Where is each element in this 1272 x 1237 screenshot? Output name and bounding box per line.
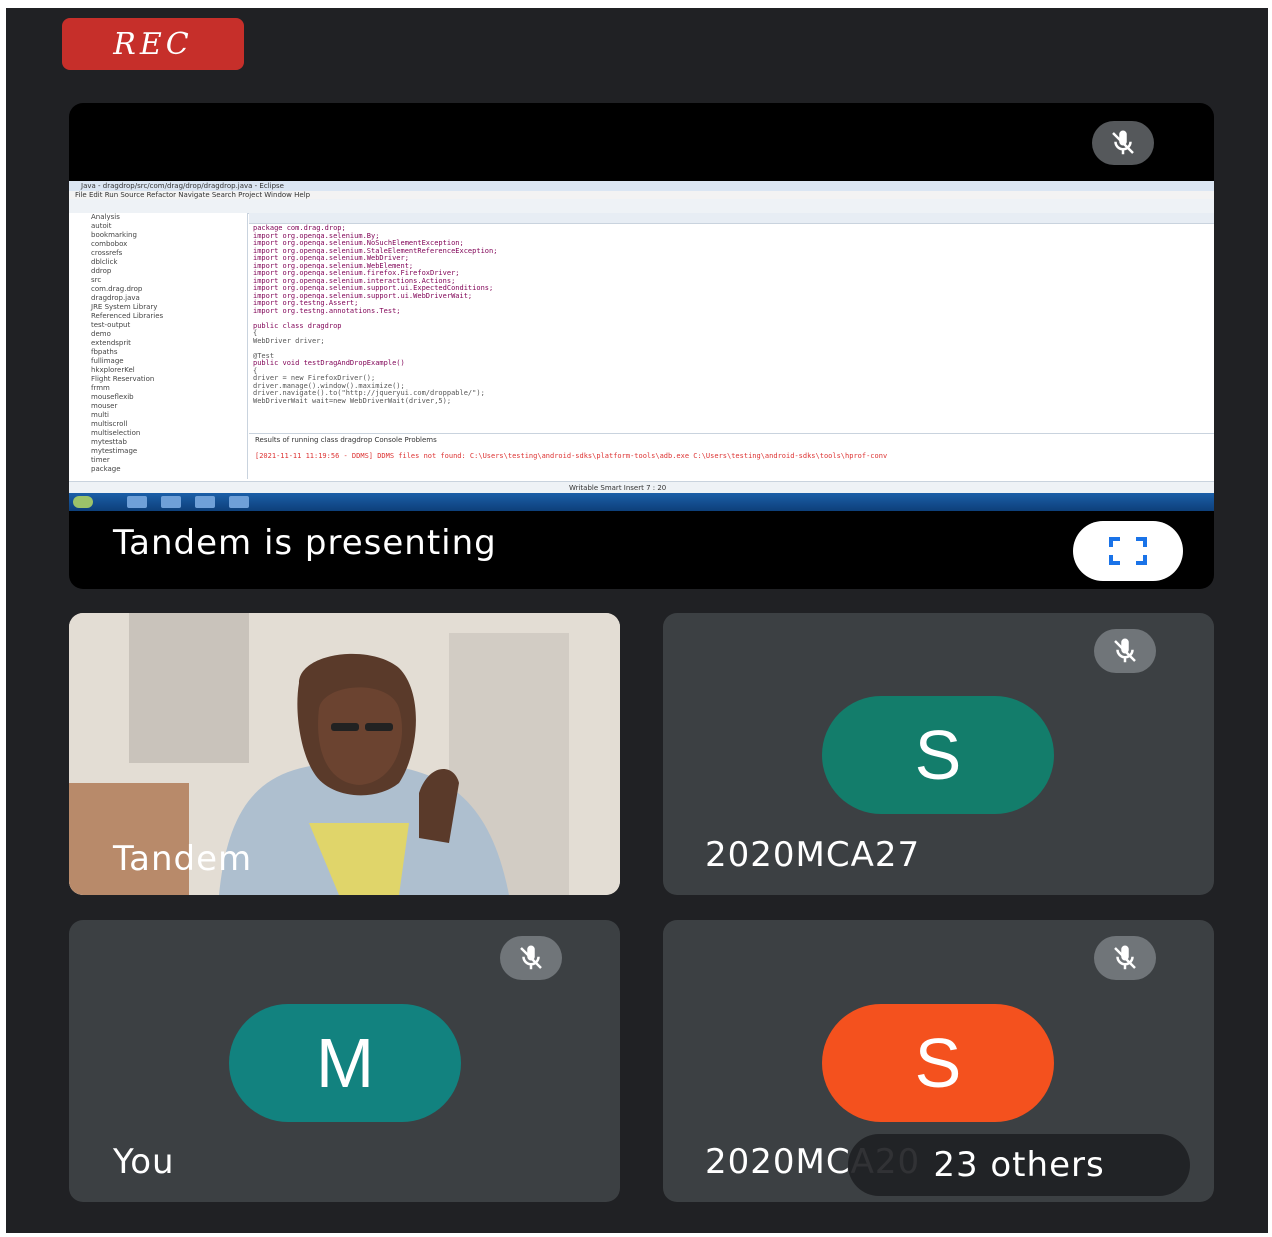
explorer-item: multiselection	[91, 429, 141, 437]
explorer-item: test-output	[91, 321, 131, 329]
console-panel: Results of running class dragdrop Consol…	[249, 433, 1214, 480]
mic-muted-icon	[1092, 121, 1154, 165]
explorer-item: combobox	[91, 240, 128, 248]
windows-taskbar	[69, 493, 1214, 511]
mic-muted-icon	[1094, 936, 1156, 980]
code-line: {	[253, 366, 258, 375]
explorer-item: com.drag.drop	[91, 285, 143, 293]
explorer-item: frmm	[91, 384, 110, 392]
taskbar-item	[195, 496, 215, 508]
taskbar-item	[127, 496, 147, 508]
code-line: WebDriverWait wait=new WebDriverWait(dri…	[253, 396, 452, 405]
explorer-item: hkxplorerKel	[91, 366, 135, 374]
code-line: {	[253, 329, 258, 337]
status-text: Writable Smart Insert 7 : 20	[569, 484, 667, 492]
explorer-item: dblclick	[91, 258, 118, 266]
explorer-item: timer	[91, 456, 110, 464]
participant-name: 2020MCA27	[705, 835, 921, 875]
explorer-item: mytesttab	[91, 438, 127, 446]
explorer-item: Analysis	[91, 213, 120, 221]
explorer-item: demo	[91, 330, 111, 338]
others-count-button[interactable]: 23 others	[848, 1134, 1190, 1196]
explorer-item: extendsprit	[91, 339, 131, 347]
code-line: import org.testng.annotations.Test;	[253, 306, 401, 315]
code-line: import org.openqa.selenium.support.ui.We…	[253, 291, 473, 300]
explorer-item: multiscroll	[91, 420, 128, 428]
explorer-item: ddrop	[91, 267, 112, 275]
explorer-item: Flight Reservation	[91, 375, 155, 383]
participant-tile-you[interactable]: M You	[69, 920, 620, 1202]
avatar: S	[822, 696, 1054, 814]
shared-screen: Java - dragdrop/src/com/drag/drop/dragdr…	[69, 181, 1214, 511]
explorer-item: mouseflexib	[91, 393, 134, 401]
participant-name: You	[113, 1142, 175, 1182]
explorer-item: fullimage	[91, 357, 124, 365]
taskbar-item	[161, 496, 181, 508]
code-line: public class dragdrop	[253, 321, 342, 330]
explorer-item: dragdrop.java	[91, 294, 140, 302]
explorer-item: bookmarking	[91, 231, 137, 239]
code-line: WebDriver driver;	[253, 336, 325, 345]
mic-muted-icon	[1094, 629, 1156, 673]
explorer-item: package	[91, 465, 121, 473]
explorer-item: fbpaths	[91, 348, 118, 356]
eclipse-menu-bar: File Edit Run Source Refactor Navigate S…	[69, 191, 1214, 199]
presenting-label: Tandem is presenting	[113, 523, 497, 563]
avatar: S	[822, 1004, 1054, 1122]
eclipse-menu-text: File Edit Run Source Refactor Navigate S…	[75, 191, 311, 199]
taskbar-item	[229, 496, 249, 508]
participant-name: Tandem	[113, 839, 253, 879]
eclipse-title-bar: Java - dragdrop/src/com/drag/drop/dragdr…	[69, 181, 1214, 191]
explorer-item: mouser	[91, 402, 118, 410]
code-line: public void testDragAndDropExample()	[253, 359, 405, 367]
console-error: [2021-11-11 11:19:56 - DDMS] DDMS files …	[255, 452, 888, 460]
explorer-item: Referenced Libraries	[91, 312, 164, 320]
explorer-item: JRE System Library	[91, 303, 158, 311]
eclipse-window-title: Java - dragdrop/src/com/drag/drop/dragdr…	[81, 182, 284, 190]
eclipse-toolbar	[69, 199, 1214, 214]
recording-indicator: REC	[62, 18, 244, 70]
explorer-item: crossrefs	[91, 249, 123, 257]
fullscreen-button[interactable]	[1073, 521, 1183, 581]
participant-tile[interactable]: S 2020MCA27	[663, 613, 1214, 895]
explorer-item: autoit	[91, 222, 112, 230]
console-tabs: Results of running class dragdrop Consol…	[255, 436, 437, 444]
explorer-item: mytestimage	[91, 447, 138, 455]
fullscreen-icon	[1109, 537, 1147, 565]
participant-tile-tandem[interactable]: Tandem	[69, 613, 620, 895]
presentation-tile[interactable]: Java - dragdrop/src/com/drag/drop/dragdr…	[69, 103, 1214, 589]
explorer-item: multi	[91, 411, 109, 419]
mic-muted-icon	[500, 936, 562, 980]
code-line: package com.drag.drop;	[253, 224, 346, 232]
explorer-item: src	[91, 276, 102, 284]
avatar: M	[229, 1004, 461, 1122]
start-button	[73, 496, 93, 508]
code-editor: package com.drag.drop; import org.openqa.…	[253, 224, 1194, 425]
package-explorer: Analysis autoit bookmarking combobox crossre…	[69, 213, 248, 479]
editor-tabs	[249, 213, 1214, 224]
